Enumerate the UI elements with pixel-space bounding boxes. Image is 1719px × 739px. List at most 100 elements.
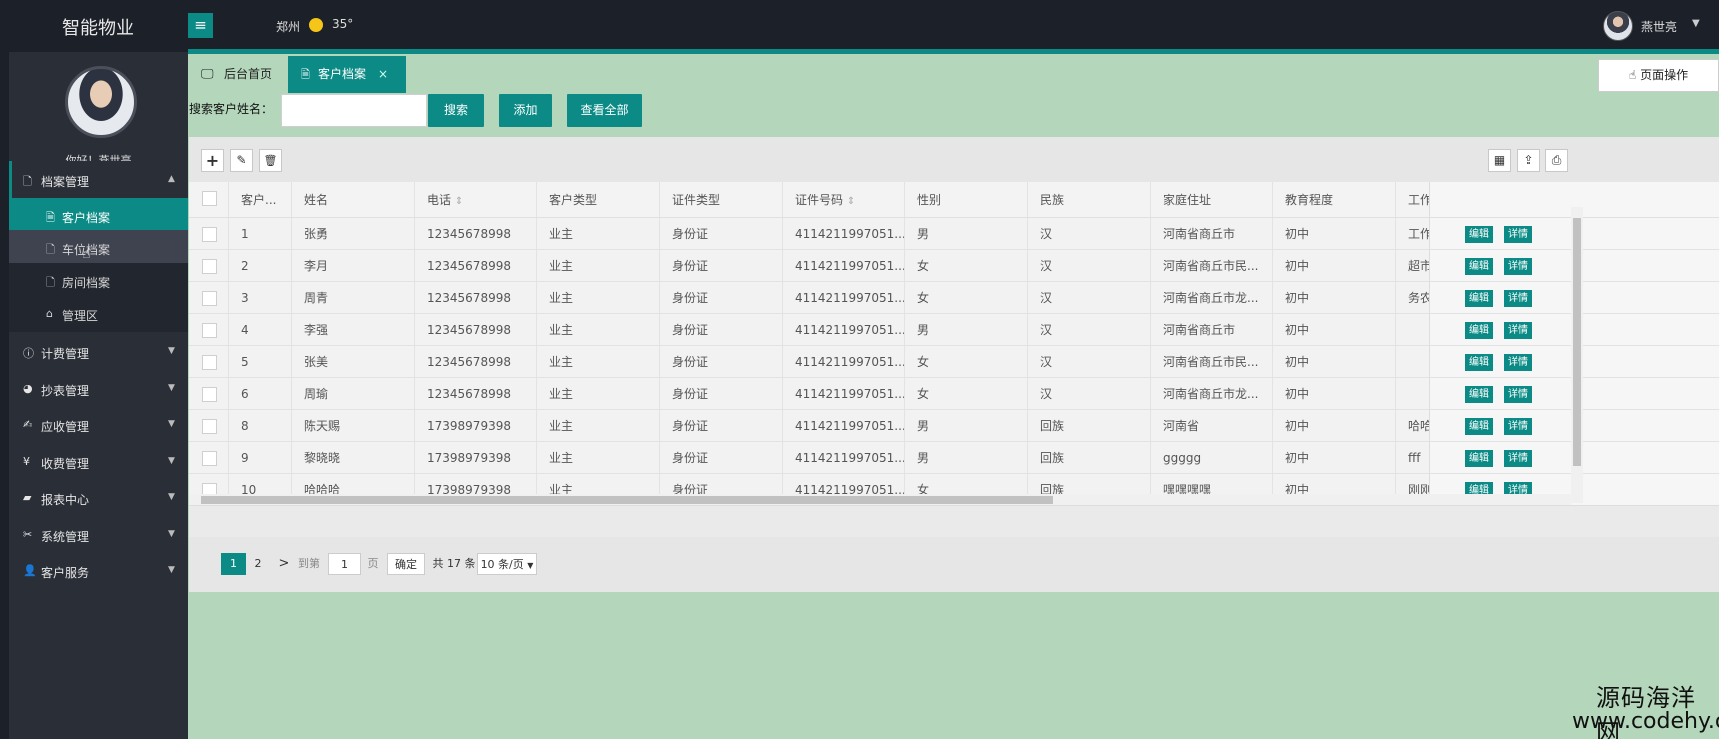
col-header[interactable]: 民族 (1027, 182, 1150, 217)
edit-row-link[interactable]: 编辑 (1465, 386, 1493, 403)
pagination: 1 2 > 到第 1 页 确定 共 17 条 10 条/页 ▼ (189, 547, 1719, 587)
caret-down-icon[interactable]: ▼ (1692, 18, 1700, 29)
table-cell: 汉 (1027, 378, 1150, 409)
search-input[interactable] (281, 94, 427, 127)
nav-receivables[interactable]: ✍ 应收管理 ▼ (9, 407, 188, 443)
sub-item-room-archive[interactable]: 🗋 房间档案 (9, 263, 188, 299)
tab-home[interactable]: 🖵 后台首页 (188, 56, 288, 93)
nav-reports[interactable]: ▰ 报表中心 ▼ (9, 480, 188, 516)
table-row[interactable]: 6 周瑜 12345678998 业主 身份证 4114211997051... 女汉河南省… (189, 378, 1719, 410)
columns-icon[interactable]: ▦ (1488, 149, 1511, 172)
tab-customer-archive[interactable]: 🗎 客户档案 × (288, 56, 406, 93)
sub-item-parking-archive[interactable]: 🗋 车位档案 ☝ (9, 230, 188, 266)
export-icon[interactable]: ⇪ (1517, 149, 1540, 172)
row-checkbox[interactable] (202, 451, 217, 466)
row-checkbox[interactable] (202, 355, 217, 370)
page-unit-label: 页 (367, 557, 379, 570)
table-row[interactable]: 1 张勇 12345678998 业主 身份证 4114211997051... 男汉河南省… (189, 218, 1719, 250)
table-row[interactable]: 2 李月 12345678998 业主 身份证 4114211997051... 女汉河南省… (189, 250, 1719, 282)
nav-system[interactable]: ✂ 系统管理 ▼ (9, 516, 188, 553)
page-size-select[interactable]: 10 条/页 ▼ (477, 553, 537, 575)
confirm-page-button[interactable]: 确定 (387, 553, 425, 575)
horizontal-scrollbar[interactable] (189, 494, 1571, 505)
edit-row-link[interactable]: 编辑 (1465, 258, 1493, 275)
close-icon[interactable]: × (378, 56, 388, 93)
next-page-button[interactable]: > (277, 553, 291, 575)
user-avatar[interactable] (1603, 11, 1633, 41)
search-button[interactable]: 搜索 (428, 94, 484, 127)
col-header[interactable]: 姓名 (291, 182, 414, 217)
delete-row-button[interactable]: 🗑 (259, 149, 282, 172)
detail-row-link[interactable]: 详情 (1504, 258, 1532, 275)
select-all-checkbox[interactable] (202, 191, 217, 206)
search-label: 搜索客户姓名： (189, 102, 274, 116)
edit-row-link[interactable]: 编辑 (1465, 226, 1493, 243)
nav-billing[interactable]: ⓘ 计费管理 ▼ (9, 334, 188, 370)
row-checkbox[interactable] (202, 259, 217, 274)
weather-temperature: 35° (332, 17, 354, 31)
scrollbar-thumb[interactable] (201, 496, 1053, 504)
tab-label: 客户档案 (318, 67, 367, 81)
sub-item-customer-archive[interactable]: 🗎 客户档案 (9, 198, 188, 234)
table-cell: 9 (228, 442, 291, 473)
scrollbar-thumb[interactable] (1573, 218, 1581, 466)
col-header[interactable]: 家庭住址 (1150, 182, 1272, 217)
row-checkbox[interactable] (202, 387, 217, 402)
detail-row-link[interactable]: 详情 (1504, 290, 1532, 307)
detail-row-link[interactable]: 详情 (1504, 386, 1532, 403)
row-checkbox[interactable] (202, 291, 217, 306)
nav-archives[interactable]: 🗋 档案管理 ▲ (9, 161, 188, 198)
detail-row-link[interactable]: 详情 (1504, 418, 1532, 435)
brand-title: 智能物业 (62, 18, 134, 39)
table-cell: 1 (228, 218, 291, 249)
detail-row-link[interactable]: 详情 (1504, 226, 1532, 243)
caret-down-icon: ▼ (168, 492, 175, 502)
edit-row-link[interactable]: 编辑 (1465, 354, 1493, 371)
add-button[interactable]: 添加 (499, 94, 552, 127)
table-cell: 工作... (1395, 218, 1429, 249)
edit-row-link[interactable]: 编辑 (1465, 418, 1493, 435)
menu-toggle-button[interactable]: ≡ (188, 13, 213, 38)
row-checkbox[interactable] (202, 323, 217, 338)
nav-customer-service[interactable]: 👤 客户服务 ▼ (9, 553, 188, 589)
add-row-button[interactable]: + (201, 149, 224, 172)
sort-icon[interactable]: ⇕ (455, 196, 463, 207)
print-icon[interactable]: ⎙ (1545, 149, 1568, 172)
detail-row-link[interactable]: 详情 (1504, 322, 1532, 339)
sub-item-management-area[interactable]: ⌂ 管理区 (9, 296, 188, 332)
row-checkbox[interactable] (202, 419, 217, 434)
nav-charges[interactable]: ¥ 收费管理 ▼ (9, 443, 188, 480)
view-all-button[interactable]: 查看全部 (567, 94, 642, 127)
detail-row-link[interactable]: 详情 (1504, 450, 1532, 467)
page-operations-button[interactable]: ☝ 页面操作 (1598, 59, 1719, 92)
col-header[interactable]: 客户... (228, 182, 291, 217)
page-2-button[interactable]: 2 (248, 553, 268, 575)
row-checkbox[interactable] (202, 227, 217, 242)
detail-row-link[interactable]: 详情 (1504, 354, 1532, 371)
table-row[interactable]: 5 张美 12345678998 业主 身份证 4114211997051... 女汉河南省… (189, 346, 1719, 378)
edit-row-button[interactable]: ✎ (230, 149, 253, 172)
user-name[interactable]: 燕世亮 (1641, 18, 1677, 35)
table-cell: fff (1395, 442, 1429, 473)
table-cell: 身份证 (659, 378, 782, 409)
table-row[interactable]: 3 周青 12345678998 业主 身份证 4114211997051... 女汉河南省… (189, 282, 1719, 314)
col-header[interactable]: 教育程度 (1272, 182, 1395, 217)
table-row[interactable]: 9 黎晓晓 17398979398 业主 身份证 4114211997051... 男回族 g… (189, 442, 1719, 474)
table-row[interactable]: 4 李强 12345678998 业主 身份证 4114211997051... 男汉河南省… (189, 314, 1719, 346)
table-row[interactable]: 8 陈天赐 17398979398 业主 身份证 4114211997051... 男回族河… (189, 410, 1719, 442)
sort-icon[interactable]: ⇕ (847, 196, 855, 207)
vertical-scrollbar[interactable] (1571, 207, 1583, 503)
table-cell: 业主 (536, 378, 659, 409)
edit-row-link[interactable]: 编辑 (1465, 322, 1493, 339)
edit-row-link[interactable]: 编辑 (1465, 290, 1493, 307)
edit-row-link[interactable]: 编辑 (1465, 450, 1493, 467)
page-1-button[interactable]: 1 (221, 553, 246, 575)
nav-meter-reading[interactable]: ◕ 抄表管理 ▼ (9, 370, 188, 407)
page-number-input[interactable]: 1 (328, 553, 361, 575)
col-header[interactable]: 工作... (1395, 182, 1429, 217)
col-header[interactable]: 客户类型 (536, 182, 659, 217)
col-header[interactable]: 证件号码 ⇕ (782, 182, 904, 217)
col-header[interactable]: 证件类型 (659, 182, 782, 217)
col-header[interactable]: 电话 ⇕ (414, 182, 536, 217)
col-header[interactable]: 性别 (904, 182, 1027, 217)
